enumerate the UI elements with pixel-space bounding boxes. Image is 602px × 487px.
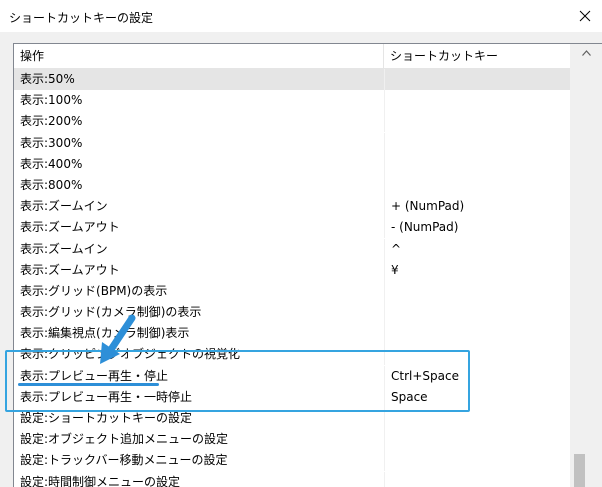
column-separator: [384, 280, 385, 302]
table-row[interactable]: 設定:時間制御メニューの設定: [14, 471, 570, 487]
action-cell: 表示:300%: [20, 135, 83, 150]
column-separator: [384, 174, 385, 196]
shortcut-cell: - (NumPad): [391, 220, 459, 235]
column-separator: [384, 238, 385, 260]
action-cell: 設定:オブジェクト追加メニューの設定: [20, 432, 229, 447]
shortcut-cell: [391, 429, 567, 450]
action-cell: 表示:グリッド(BPM)の表示: [20, 283, 168, 298]
column-separator: [384, 259, 385, 281]
action-cell: 表示:ズームアウト: [20, 262, 120, 277]
action-cell: 表示:800%: [20, 177, 83, 192]
table-row[interactable]: 表示:400%: [14, 153, 570, 175]
table-row[interactable]: 表示:ズームアウト - (NumPad): [14, 217, 570, 239]
column-header-action[interactable]: 操作: [14, 44, 384, 68]
column-separator: [384, 90, 385, 112]
action-cell: 表示:ズームアウト: [20, 220, 120, 235]
shortcut-cell: [391, 90, 567, 111]
column-separator: [384, 429, 385, 451]
table-row[interactable]: 表示:100%: [14, 90, 570, 112]
shortcut-cell: [391, 175, 567, 196]
action-cell: 表示:グリッド(カメラ制御)の表示: [20, 305, 202, 320]
annotation-underline: [18, 383, 159, 386]
title-bar: ショートカットキーの設定: [0, 0, 602, 32]
column-separator: [384, 450, 385, 472]
action-cell: 表示:200%: [20, 114, 83, 129]
table-row[interactable]: 表示:300%: [14, 132, 570, 154]
shortcut-cell: [391, 69, 567, 90]
table-row[interactable]: 設定:トラックバー移動メニューの設定: [14, 450, 570, 472]
shortcut-cell: ¥: [391, 262, 399, 277]
shortcut-cell: + (NumPad): [391, 199, 465, 214]
shortcut-cell: [391, 450, 567, 471]
shortcut-cell: [391, 154, 567, 175]
scrollbar-thumb[interactable]: [574, 454, 585, 487]
table-row[interactable]: 表示:ズームイン + (NumPad): [14, 196, 570, 218]
action-cell: 設定:トラックバー移動メニューの設定: [20, 453, 228, 468]
table-row[interactable]: 表示:グリッド(BPM)の表示: [14, 280, 570, 302]
shortcut-cell: [391, 323, 567, 344]
column-separator: [384, 111, 385, 133]
table-row[interactable]: 設定:オブジェクト追加メニューの設定: [14, 429, 570, 451]
column-separator: [384, 153, 385, 175]
column-separator: [384, 196, 385, 218]
shortcut-cell: ^: [391, 241, 402, 256]
arrow-down-left-icon: [100, 314, 136, 364]
action-cell: 表示:ズームイン: [20, 199, 108, 214]
shortcut-cell: [391, 111, 567, 132]
close-icon: [579, 10, 591, 22]
column-separator: [384, 217, 385, 239]
action-cell: 表示:50%: [20, 72, 75, 86]
shortcut-list[interactable]: 操作 ショートカットキー 表示:50% 表示:100% 表示:200% 表示:300%…: [13, 43, 602, 487]
action-cell: 表示:ズームイン: [20, 241, 108, 256]
scroll-up-button[interactable]: [570, 44, 602, 61]
close-button[interactable]: [568, 0, 602, 32]
table-row[interactable]: 表示:800%: [14, 174, 570, 196]
column-separator: [384, 323, 385, 345]
shortcut-cell: [391, 302, 567, 323]
action-cell: 表示:400%: [20, 156, 83, 171]
shortcut-cell: [391, 472, 567, 487]
column-header-shortcut[interactable]: ショートカットキー: [384, 44, 570, 68]
table-row[interactable]: 表示:ズームアウト ¥: [14, 259, 570, 281]
column-separator: [384, 132, 385, 154]
list-header: 操作 ショートカットキー: [14, 44, 570, 69]
list-rows: 表示:50% 表示:100% 表示:200% 表示:300% 表示:400% 表示:800…: [14, 69, 570, 487]
table-row[interactable]: 表示:50%: [14, 69, 570, 91]
table-row[interactable]: 表示:ズームイン ^: [14, 238, 570, 260]
column-separator: [384, 471, 385, 487]
action-cell: 表示:編集視点(カメラ制御)表示: [20, 326, 190, 341]
action-cell: 表示:100%: [20, 93, 83, 108]
shortcut-cell: [391, 281, 567, 302]
column-separator: [384, 302, 385, 324]
table-row[interactable]: 表示:200%: [14, 111, 570, 133]
window-title: ショートカットキーの設定: [9, 11, 154, 25]
vertical-scrollbar[interactable]: [570, 44, 602, 487]
column-separator: [384, 69, 385, 90]
annotation-highlight-box: [5, 350, 470, 412]
shortcut-cell: [391, 133, 567, 154]
action-cell: 設定:時間制御メニューの設定: [20, 474, 181, 487]
chevron-up-icon: [582, 49, 591, 56]
